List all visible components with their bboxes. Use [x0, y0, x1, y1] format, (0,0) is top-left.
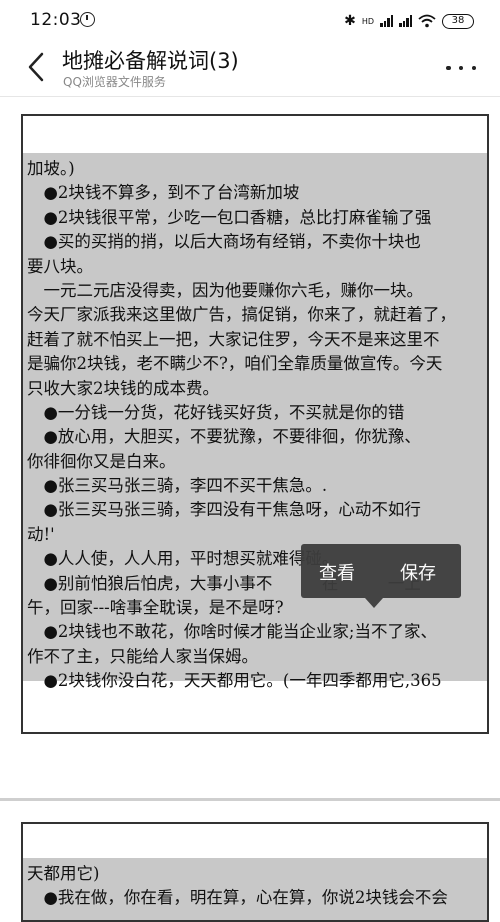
document-title: 地摊必备解说词(3) [62, 49, 239, 73]
text-line: 要八块。 [27, 256, 93, 276]
wifi-icon [418, 14, 436, 28]
text-line: 一元二元店没得卖，因为他要赚你六毛，赚你一块。 [27, 280, 424, 300]
app-bar: 地摊必备解说词(3) QQ浏览器文件服务 [0, 42, 500, 97]
text-line: 加坡。) [27, 159, 75, 178]
text-line: 今天厂家派我来这里做广告，搞促销，你来了，就赶着了， [27, 305, 456, 325]
text-line: 你徘徊你又是白来。 [27, 451, 176, 471]
document-page-1: 加坡。) ●2块钱不算多，到不了台湾新加坡 ●2块钱很平常，少吃一包口香糖，总比… [21, 114, 489, 734]
back-arrow-icon[interactable] [24, 50, 52, 84]
text-line: ●2块钱也不敢花，你啥时候才能当企业家;当不了家、 [27, 622, 437, 642]
image-context-menu: 查看 保存 [301, 544, 461, 608]
text-line: 是骗你2块钱，老不瞒少不?，咱们全靠质量做宣传。今天 [27, 354, 443, 374]
text-line: 午，回家---啥事全耽误，是不是呀? [27, 598, 284, 618]
bluetooth-icon: ✱ [344, 13, 356, 29]
document-source: QQ浏览器文件服务 [63, 75, 166, 89]
signal-icon-2 [399, 15, 412, 27]
network-type-label: HD [361, 16, 374, 26]
save-button[interactable]: 保存 [400, 559, 436, 585]
text-line: 天都用它) [27, 864, 100, 883]
alarm-icon [80, 12, 95, 27]
text-line: ●张三买马张三骑，李四没有干焦急呀，心动不如行 [27, 500, 421, 520]
text-line: 作不了主，只能给人家当保姆。 [27, 646, 258, 666]
signal-icon [380, 15, 393, 27]
text-line: ●2块钱你没白花，天天都用它。(一年四季都用它,365 [27, 671, 442, 691]
text-line: ●放心用，大胆买，不要犹豫，不要徘徊，你犹豫、 [27, 427, 421, 447]
status-bar: 12:03 ✱ HD 38 [0, 0, 500, 42]
battery-icon: 38 [442, 13, 474, 29]
status-time: 12:03 [30, 10, 82, 30]
more-options-icon[interactable] [446, 64, 476, 72]
text-line: ●2块钱不算多，到不了台湾新加坡 [27, 183, 300, 203]
text-line: ●张三买马张三骑，李四不买干焦急。. [27, 476, 328, 496]
view-button[interactable]: 查看 [319, 559, 355, 585]
text-line: 只收大家2块钱的成本费。 [27, 378, 219, 398]
text-line: ●买的买捎的捎，以后大商场有经销，不卖你十块也 [27, 232, 421, 252]
page-1-text[interactable]: 加坡。) ●2块钱不算多，到不了台湾新加坡 ●2块钱很平常，少吃一包口香糖，总比… [27, 157, 487, 694]
text-line: ●一分钱一分货，花好钱买好货，不买就是你的错 [27, 402, 405, 422]
page-separator [0, 798, 500, 801]
status-icons: ✱ HD 38 [344, 12, 474, 30]
text-line: 赶着了就不怕买上一把，大家记住罗，今天不是来这里不 [27, 329, 440, 349]
page-2-text[interactable]: 天都用它) ●我在做，你在看，明在算，心在算，你说2块钱会不会 [27, 862, 487, 911]
text-line: ●2块钱很平常，少吃一包口香糖，总比打麻雀输了强 [27, 207, 432, 227]
document-page-2: 天都用它) ●我在做，你在看，明在算，心在算，你说2块钱会不会 [21, 822, 489, 922]
